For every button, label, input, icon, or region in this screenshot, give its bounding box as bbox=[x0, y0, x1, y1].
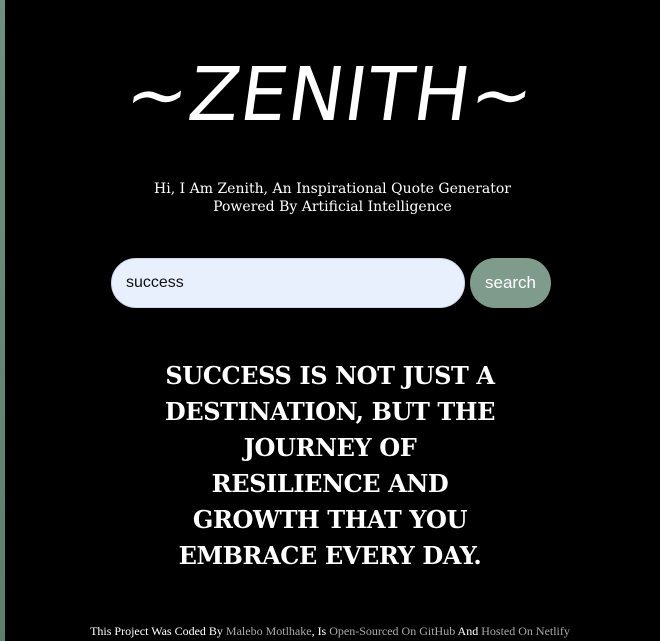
app-page: ~ZENITH~ Hi, I Am Zenith, An Inspiration… bbox=[0, 0, 660, 641]
tagline: Hi, I Am Zenith, An Inspirational Quote … bbox=[154, 181, 511, 215]
footer: This Project Was Coded By Malebo Motlhak… bbox=[0, 623, 660, 639]
netlify-link[interactable]: Hosted On Netlify bbox=[481, 624, 570, 638]
generated-quote: SUCCESS IS NOT JUST A DESTINATION, BUT T… bbox=[164, 361, 496, 570]
author-link[interactable]: Malebo Motlhake bbox=[226, 624, 312, 638]
search-button[interactable]: search bbox=[470, 258, 551, 308]
search-input[interactable] bbox=[111, 258, 465, 308]
footer-prefix: This Project Was Coded By bbox=[90, 624, 226, 638]
app-logo: ~ZENITH~ bbox=[120, 52, 540, 138]
github-link[interactable]: Open-Sourced On GitHub bbox=[329, 624, 455, 638]
footer-mid: , Is bbox=[311, 624, 330, 638]
footer-and: And bbox=[455, 624, 482, 638]
search-form: search bbox=[111, 258, 551, 308]
